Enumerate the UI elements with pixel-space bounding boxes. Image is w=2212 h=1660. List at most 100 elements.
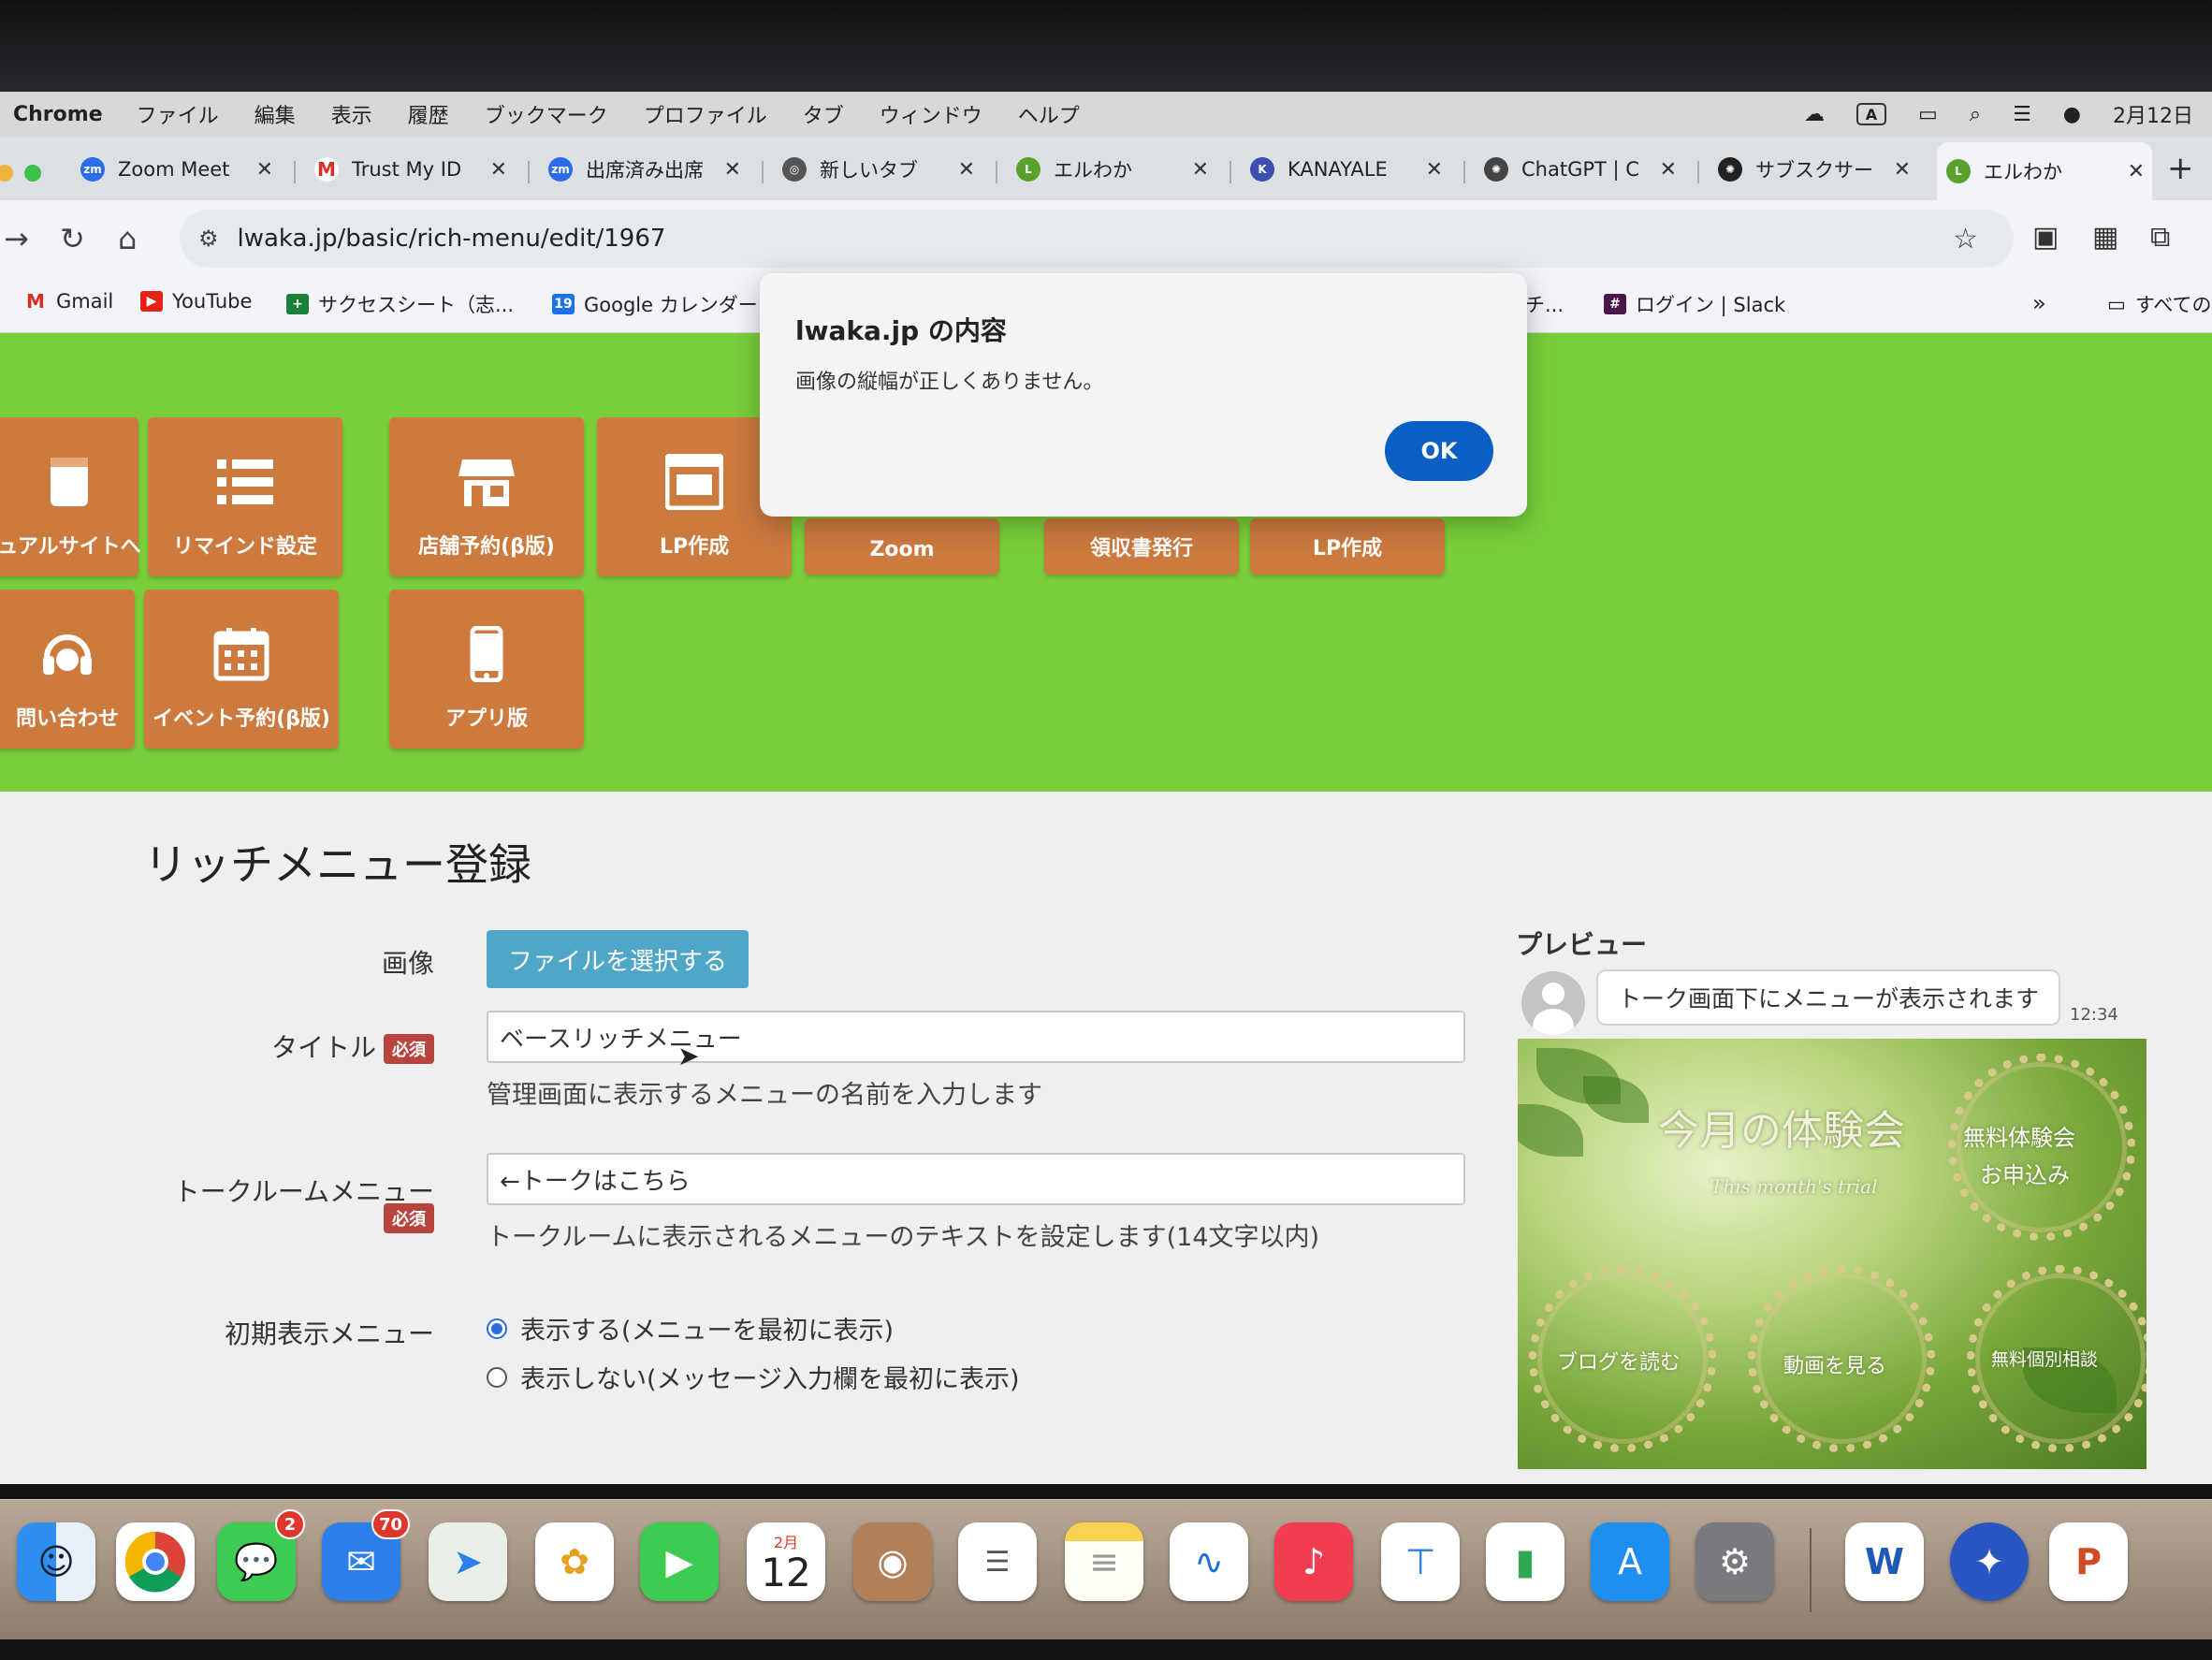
talkroom-menu-input[interactable] (487, 1153, 1465, 1205)
menu-edit[interactable]: 編集 (255, 99, 296, 129)
radio-button-unchecked[interactable] (487, 1366, 507, 1388)
tab-subscription[interactable]: ✺ サブスクサー ✕ (1718, 146, 1918, 193)
radio-button-checked[interactable] (487, 1318, 507, 1339)
tile-event-reservation[interactable]: イベント予約(β版) (144, 590, 339, 749)
spotlight-search-icon[interactable]: ⌕ (1970, 103, 1981, 126)
photos-icon[interactable]: ✿ (535, 1522, 614, 1601)
radio-hide-menu[interactable]: 表示しない(メッセージ入力欄を最初に表示) (487, 1359, 1020, 1395)
chrome-icon[interactable] (116, 1522, 195, 1601)
radio-show-menu[interactable]: 表示する(メニューを最初に表示) (487, 1310, 894, 1347)
preview-title: プレビュー (1516, 929, 1648, 960)
title-input[interactable] (487, 1011, 1465, 1063)
chat-timestamp: 12:34 (2070, 1005, 2118, 1025)
menu-help[interactable]: ヘルプ (1018, 99, 1080, 129)
tile-app-version[interactable]: アプリ版 (389, 590, 584, 749)
close-icon[interactable]: ✕ (256, 158, 273, 182)
tab-label: 新しいタブ (820, 159, 918, 182)
extensions-puzzle-icon[interactable]: ⧉ (2150, 221, 2170, 254)
menu-bookmarks[interactable]: ブックマーク (485, 99, 608, 129)
cloud-sync-icon[interactable]: ☁ (1804, 103, 1825, 126)
new-tab-icon[interactable]: + (2167, 150, 2194, 187)
tab-lwaka[interactable]: L エルわか ✕ (1016, 146, 1216, 193)
menu-profile[interactable]: プロファイル (644, 99, 767, 129)
control-center-icon[interactable]: ☰ (2013, 103, 2031, 126)
finder-icon[interactable]: ☺ (17, 1522, 95, 1601)
keynote-icon[interactable]: ⊤ (1381, 1522, 1460, 1601)
tab-new-tab[interactable]: ◎ 新しいタブ ✕ (782, 146, 982, 193)
menubar-date[interactable]: 2月12日 (2113, 99, 2193, 129)
choose-file-button[interactable]: ファイルを選択する (487, 930, 749, 988)
close-icon[interactable]: ✕ (2128, 160, 2145, 183)
calendar-icon[interactable]: 2月 12 (747, 1522, 825, 1601)
menu-window[interactable]: ウィンドウ (880, 99, 982, 129)
tab-kanayale[interactable]: K KANAYALE ✕ (1250, 146, 1450, 193)
address-bar[interactable]: ⚙ lwaka.jp/basic/rich-menu/edit/1967 ☆ (180, 210, 2014, 268)
mail-icon[interactable]: ✉ 70 (322, 1509, 410, 1601)
window-minimize-button[interactable] (0, 165, 13, 182)
bookmark-success-sheet[interactable]: + サクセスシート（志... (286, 290, 514, 318)
extension-icon[interactable]: ▣ (2032, 221, 2059, 254)
close-icon[interactable]: ✕ (1660, 158, 1677, 182)
notes-icon[interactable]: ≡ (1065, 1522, 1143, 1601)
reminders-icon[interactable]: ☰ (958, 1522, 1037, 1601)
input-source-icon[interactable]: A (1855, 103, 1886, 125)
tile-lp-create-2[interactable]: LP作成 (1250, 518, 1445, 575)
siri-icon[interactable]: ● (2063, 103, 2081, 126)
numbers-icon[interactable]: ▮ (1486, 1522, 1564, 1601)
facetime-icon[interactable]: ▶ (640, 1522, 719, 1601)
bookmark-slack[interactable]: # ログイン | Slack (1604, 290, 1785, 318)
bookmark-gmail[interactable]: M Gmail (24, 290, 113, 313)
menu-view[interactable]: 表示 (331, 99, 372, 129)
close-icon[interactable]: ✕ (1426, 158, 1443, 182)
address-url[interactable]: lwaka.jp/basic/rich-menu/edit/1967 (238, 225, 666, 253)
bookmarks-overflow-button[interactable]: » (2032, 290, 2046, 316)
freeform-icon[interactable]: ∿ (1170, 1522, 1248, 1601)
menu-tab[interactable]: タブ (803, 99, 844, 129)
close-icon[interactable]: ✕ (958, 158, 975, 182)
tab-chatgpt[interactable]: ✺ ChatGPT | C ✕ (1484, 146, 1684, 193)
bookmark-youtube[interactable]: ▶ YouTube (140, 290, 252, 313)
tab-trust-my-id[interactable]: M Trust My ID ✕ (314, 146, 515, 193)
alert-dialog: lwaka.jp の内容 画像の縦幅が正しくありません。 OK (760, 273, 1527, 517)
forward-icon[interactable]: → (4, 221, 29, 256)
tile-zoom[interactable]: Zoom (805, 518, 999, 575)
home-icon[interactable]: ⌂ (118, 221, 137, 256)
tile-store-reservation[interactable]: 店舗予約(β版) (389, 417, 584, 576)
tab-attendance[interactable]: zm 出席済み出席 ✕ (548, 146, 749, 193)
phone-icon (389, 623, 584, 685)
maps-icon[interactable]: ➤ (429, 1522, 507, 1601)
battery-icon[interactable]: ▭ (1918, 103, 1938, 126)
messages-icon[interactable]: 💬 2 (217, 1509, 305, 1601)
app-store-icon[interactable]: A (1591, 1522, 1669, 1601)
window-zoom-button[interactable] (24, 165, 41, 182)
app-shield-icon[interactable]: ✦ (1950, 1522, 2029, 1601)
close-icon[interactable]: ✕ (724, 158, 741, 182)
bookmark-star-icon[interactable]: ☆ (1953, 223, 1978, 255)
close-icon[interactable]: ✕ (1192, 158, 1209, 182)
all-bookmarks-button[interactable]: ▭ すべての (2107, 290, 2212, 318)
powerpoint-icon[interactable]: P (2049, 1522, 2128, 1601)
system-settings-icon[interactable]: ⚙ (1695, 1522, 1774, 1601)
tile-manual-site[interactable]: ュアルサイトへ (0, 417, 141, 576)
tab-zoom-meeting[interactable]: zm Zoom Meet ✕ (80, 146, 281, 193)
music-icon[interactable]: ♪ (1274, 1522, 1353, 1601)
tab-lwaka-active[interactable]: L エルわか ✕ (1937, 142, 2152, 200)
menu-file[interactable]: ファイル (137, 99, 219, 129)
tab-separator (1697, 161, 1699, 183)
close-icon[interactable]: ✕ (1894, 158, 1911, 182)
word-icon[interactable]: W (1845, 1522, 1924, 1601)
bookmark-google-calendar[interactable]: 19 Google カレンダー (552, 290, 758, 318)
contacts-icon[interactable]: ◉ (853, 1522, 932, 1601)
qr-code-icon[interactable]: ▦ (2092, 221, 2118, 254)
reload-icon[interactable]: ↻ (60, 221, 85, 256)
close-icon[interactable]: ✕ (490, 158, 507, 182)
tile-remind-settings[interactable]: リマインド設定 (148, 417, 342, 576)
menu-history[interactable]: 履歴 (408, 99, 449, 129)
menubar-app-name[interactable]: Chrome (13, 103, 103, 126)
tile-receipt[interactable]: 領収書発行 (1044, 518, 1239, 575)
ok-button[interactable]: OK (1385, 421, 1493, 481)
site-settings-icon[interactable]: ⚙ (198, 226, 219, 252)
bookmark-partial[interactable]: チ... (1525, 290, 1564, 318)
tile-contact[interactable]: 問い合わせ (0, 590, 135, 749)
radio-show-label: 表示する(メニューを最初に表示) (520, 1317, 895, 1346)
